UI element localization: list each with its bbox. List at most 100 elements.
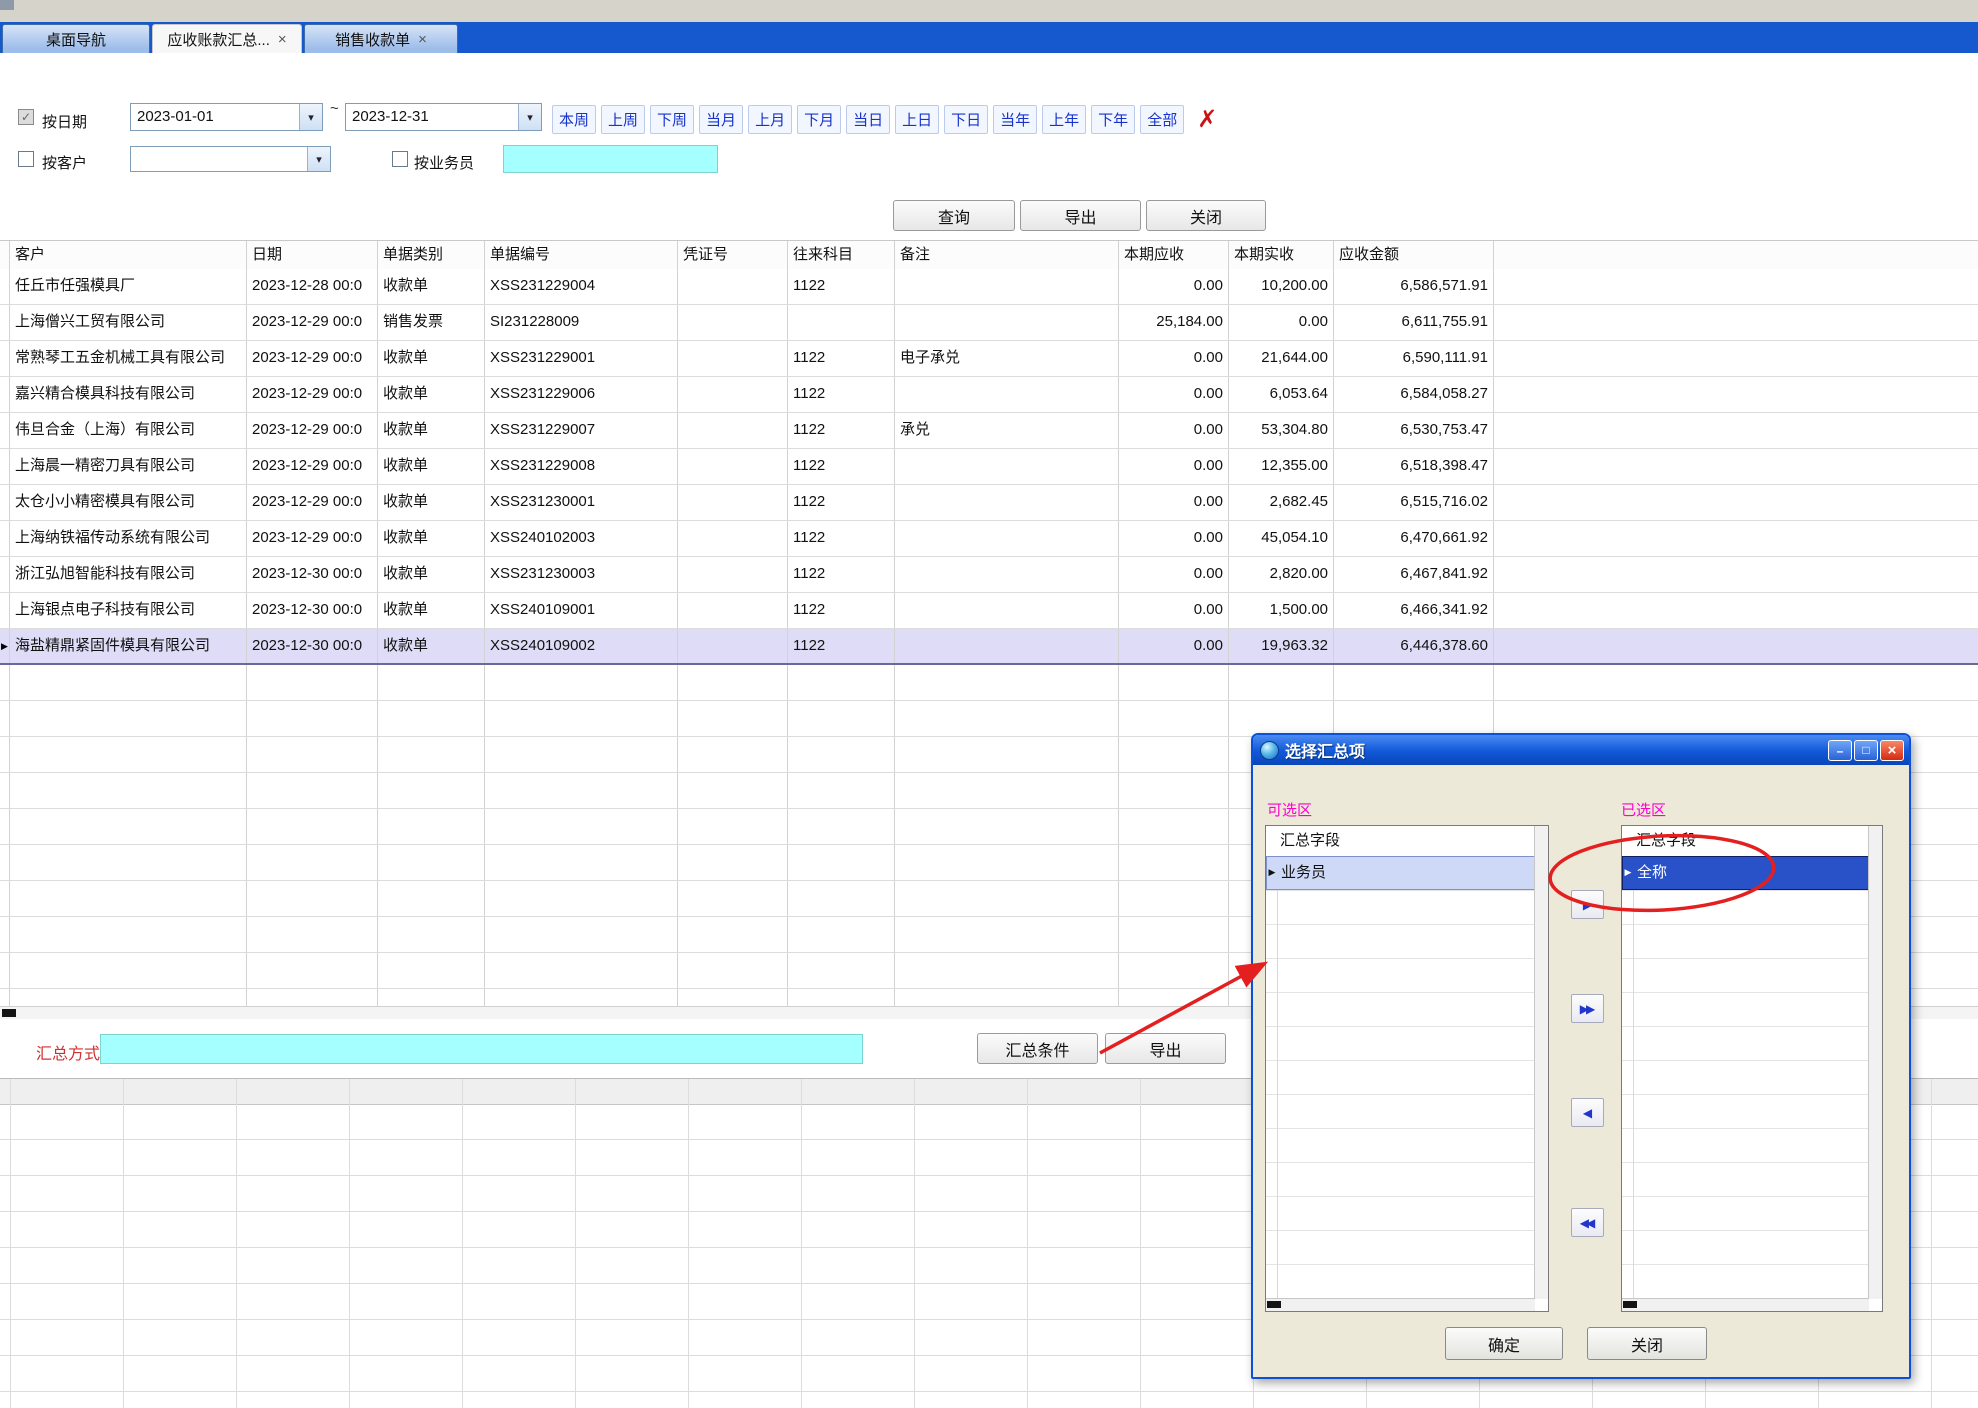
- query-button[interactable]: 查询: [893, 200, 1015, 231]
- scrollbar-thumb[interactable]: [1267, 1301, 1281, 1308]
- column-header[interactable]: 本期实收: [1229, 241, 1334, 269]
- by-customer-checkbox[interactable]: [18, 151, 34, 167]
- ok-button[interactable]: 确定: [1445, 1327, 1563, 1360]
- table-row[interactable]: 上海晨一精密刀具有限公司2023-12-29 00:0收款单XSS2312290…: [0, 449, 1978, 485]
- table-row[interactable]: 常熟琴工五金机械工具有限公司2023-12-29 00:0收款单XSS23122…: [0, 341, 1978, 377]
- horizontal-scrollbar[interactable]: [1622, 1298, 1869, 1311]
- cell: 1122: [788, 413, 895, 448]
- vertical-scrollbar[interactable]: [1534, 826, 1548, 1299]
- table-row[interactable]: 上海僧兴工贸有限公司2023-12-29 00:0销售发票SI231228009…: [0, 305, 1978, 341]
- dialog-close-button[interactable]: 关闭: [1587, 1327, 1707, 1360]
- cell: [895, 305, 1119, 340]
- cell: 6,590,111.91: [1334, 341, 1494, 376]
- cell: [678, 629, 788, 663]
- table-row[interactable]: 浙江弘旭智能科技有限公司2023-12-30 00:0收款单XSS2312300…: [0, 557, 1978, 593]
- cell: [895, 665, 1119, 700]
- list-item[interactable]: ▶全称: [1622, 856, 1869, 890]
- summary-method-input[interactable]: [100, 1034, 863, 1064]
- table-row[interactable]: ▶海盐精鼎紧固件模具有限公司2023-12-30 00:0收款单XSS24010…: [0, 629, 1978, 665]
- quick-link[interactable]: 当日: [846, 105, 890, 134]
- column-header[interactable]: 本期应收: [1119, 241, 1229, 269]
- tab-desktop-nav[interactable]: 桌面导航: [2, 24, 150, 53]
- move-all-left-button[interactable]: ◀◀: [1571, 1208, 1604, 1237]
- cell: 常熟琴工五金机械工具有限公司: [10, 341, 247, 376]
- scrollbar-thumb[interactable]: [1623, 1301, 1637, 1308]
- grid-line: [1266, 1128, 1535, 1129]
- minimize-icon[interactable]: –: [1828, 740, 1852, 761]
- table-row[interactable]: 伟旦合金（上海）有限公司2023-12-29 00:0收款单XSS2312290…: [0, 413, 1978, 449]
- quick-link[interactable]: 下日: [944, 105, 988, 134]
- cell-filler: [1494, 521, 1978, 556]
- export-button[interactable]: 导出: [1020, 200, 1141, 231]
- chevron-down-icon[interactable]: ▾: [307, 147, 330, 171]
- close-icon[interactable]: ×: [278, 31, 287, 48]
- cell: 上海纳铁福传动系统有限公司: [10, 521, 247, 556]
- by-date-checkbox[interactable]: ✓: [18, 109, 34, 125]
- table-row[interactable]: 上海银点电子科技有限公司2023-12-30 00:0收款单XSS2401090…: [0, 593, 1978, 629]
- move-left-button[interactable]: ◀: [1571, 1098, 1604, 1127]
- customer-combo[interactable]: ▾: [130, 146, 331, 172]
- quick-link[interactable]: 上周: [601, 105, 645, 134]
- quick-link[interactable]: 上年: [1042, 105, 1086, 134]
- cell: [678, 269, 788, 304]
- cell: [485, 845, 678, 880]
- chevron-down-icon[interactable]: ▾: [299, 104, 322, 130]
- dialog-titlebar[interactable]: 选择汇总项 – □ ×: [1253, 735, 1909, 765]
- row-marker: [0, 665, 10, 700]
- grid-line: [1622, 1128, 1869, 1129]
- close-button[interactable]: 关闭: [1146, 200, 1266, 231]
- summary-condition-button[interactable]: 汇总条件: [977, 1033, 1098, 1064]
- cell: [485, 953, 678, 988]
- tab-receivable-summary[interactable]: 应收账款汇总... ×: [152, 24, 302, 53]
- column-header[interactable]: 备注: [895, 241, 1119, 269]
- cell: 2023-12-29 00:0: [247, 521, 378, 556]
- table-row[interactable]: 太仓小小精密模具有限公司2023-12-29 00:0收款单XSS2312300…: [0, 485, 1978, 521]
- chevron-down-icon[interactable]: ▾: [518, 104, 541, 130]
- quick-link[interactable]: 下月: [797, 105, 841, 134]
- table-row[interactable]: 嘉兴精合模具科技有限公司2023-12-29 00:0收款单XSS2312290…: [0, 377, 1978, 413]
- summary-export-button[interactable]: 导出: [1105, 1033, 1226, 1064]
- close-icon[interactable]: ×: [418, 31, 427, 48]
- column-header[interactable]: 凭证号: [678, 241, 788, 269]
- date-to-combo[interactable]: 2023-12-31 ▾: [345, 103, 542, 131]
- close-icon[interactable]: ×: [1880, 740, 1904, 761]
- move-right-button[interactable]: ▶: [1571, 890, 1604, 919]
- cell: [895, 953, 1119, 988]
- column-header[interactable]: 往来科目: [788, 241, 895, 269]
- table-row[interactable]: 任丘市任强模具厂2023-12-28 00:0收款单XSS23122900411…: [0, 269, 1978, 305]
- cell: [1119, 737, 1229, 772]
- move-all-right-button[interactable]: ▶▶: [1571, 994, 1604, 1023]
- cell: 电子承兑: [895, 341, 1119, 376]
- quick-link[interactable]: 全部: [1140, 105, 1184, 134]
- scrollbar-thumb[interactable]: [2, 1009, 16, 1017]
- row-marker: ▶: [0, 629, 10, 663]
- horizontal-scrollbar[interactable]: [1266, 1298, 1535, 1311]
- clear-filter-icon[interactable]: ✗: [1197, 110, 1217, 130]
- column-header[interactable]: 客户: [10, 241, 247, 269]
- by-salesman-checkbox[interactable]: [392, 151, 408, 167]
- range-separator: ~: [330, 100, 339, 117]
- quick-link[interactable]: 下周: [650, 105, 694, 134]
- salesman-input[interactable]: [503, 145, 718, 173]
- column-header[interactable]: 应收金额: [1334, 241, 1494, 269]
- quick-link[interactable]: 当月: [699, 105, 743, 134]
- grid-line: [349, 1079, 350, 1408]
- maximize-icon[interactable]: □: [1854, 740, 1878, 761]
- quick-link[interactable]: 上月: [748, 105, 792, 134]
- cell: [378, 773, 485, 808]
- column-header[interactable]: 单据编号: [485, 241, 678, 269]
- row-marker: [0, 557, 10, 592]
- date-from-combo[interactable]: 2023-01-01 ▾: [130, 103, 323, 131]
- quick-link[interactable]: 本周: [552, 105, 596, 134]
- window-buttons: – □ ×: [1828, 740, 1904, 761]
- quick-link[interactable]: 上日: [895, 105, 939, 134]
- column-header[interactable]: 单据类别: [378, 241, 485, 269]
- quick-link[interactable]: 当年: [993, 105, 1037, 134]
- list-item[interactable]: ▶业务员: [1266, 856, 1535, 890]
- tab-sales-receipt[interactable]: 销售收款单 ×: [304, 24, 458, 53]
- vertical-scrollbar[interactable]: [1868, 826, 1882, 1299]
- quick-link[interactable]: 下年: [1091, 105, 1135, 134]
- column-header[interactable]: 日期: [247, 241, 378, 269]
- table-row[interactable]: 上海纳铁福传动系统有限公司2023-12-29 00:0收款单XSS240102…: [0, 521, 1978, 557]
- cell: 0.00: [1119, 449, 1229, 484]
